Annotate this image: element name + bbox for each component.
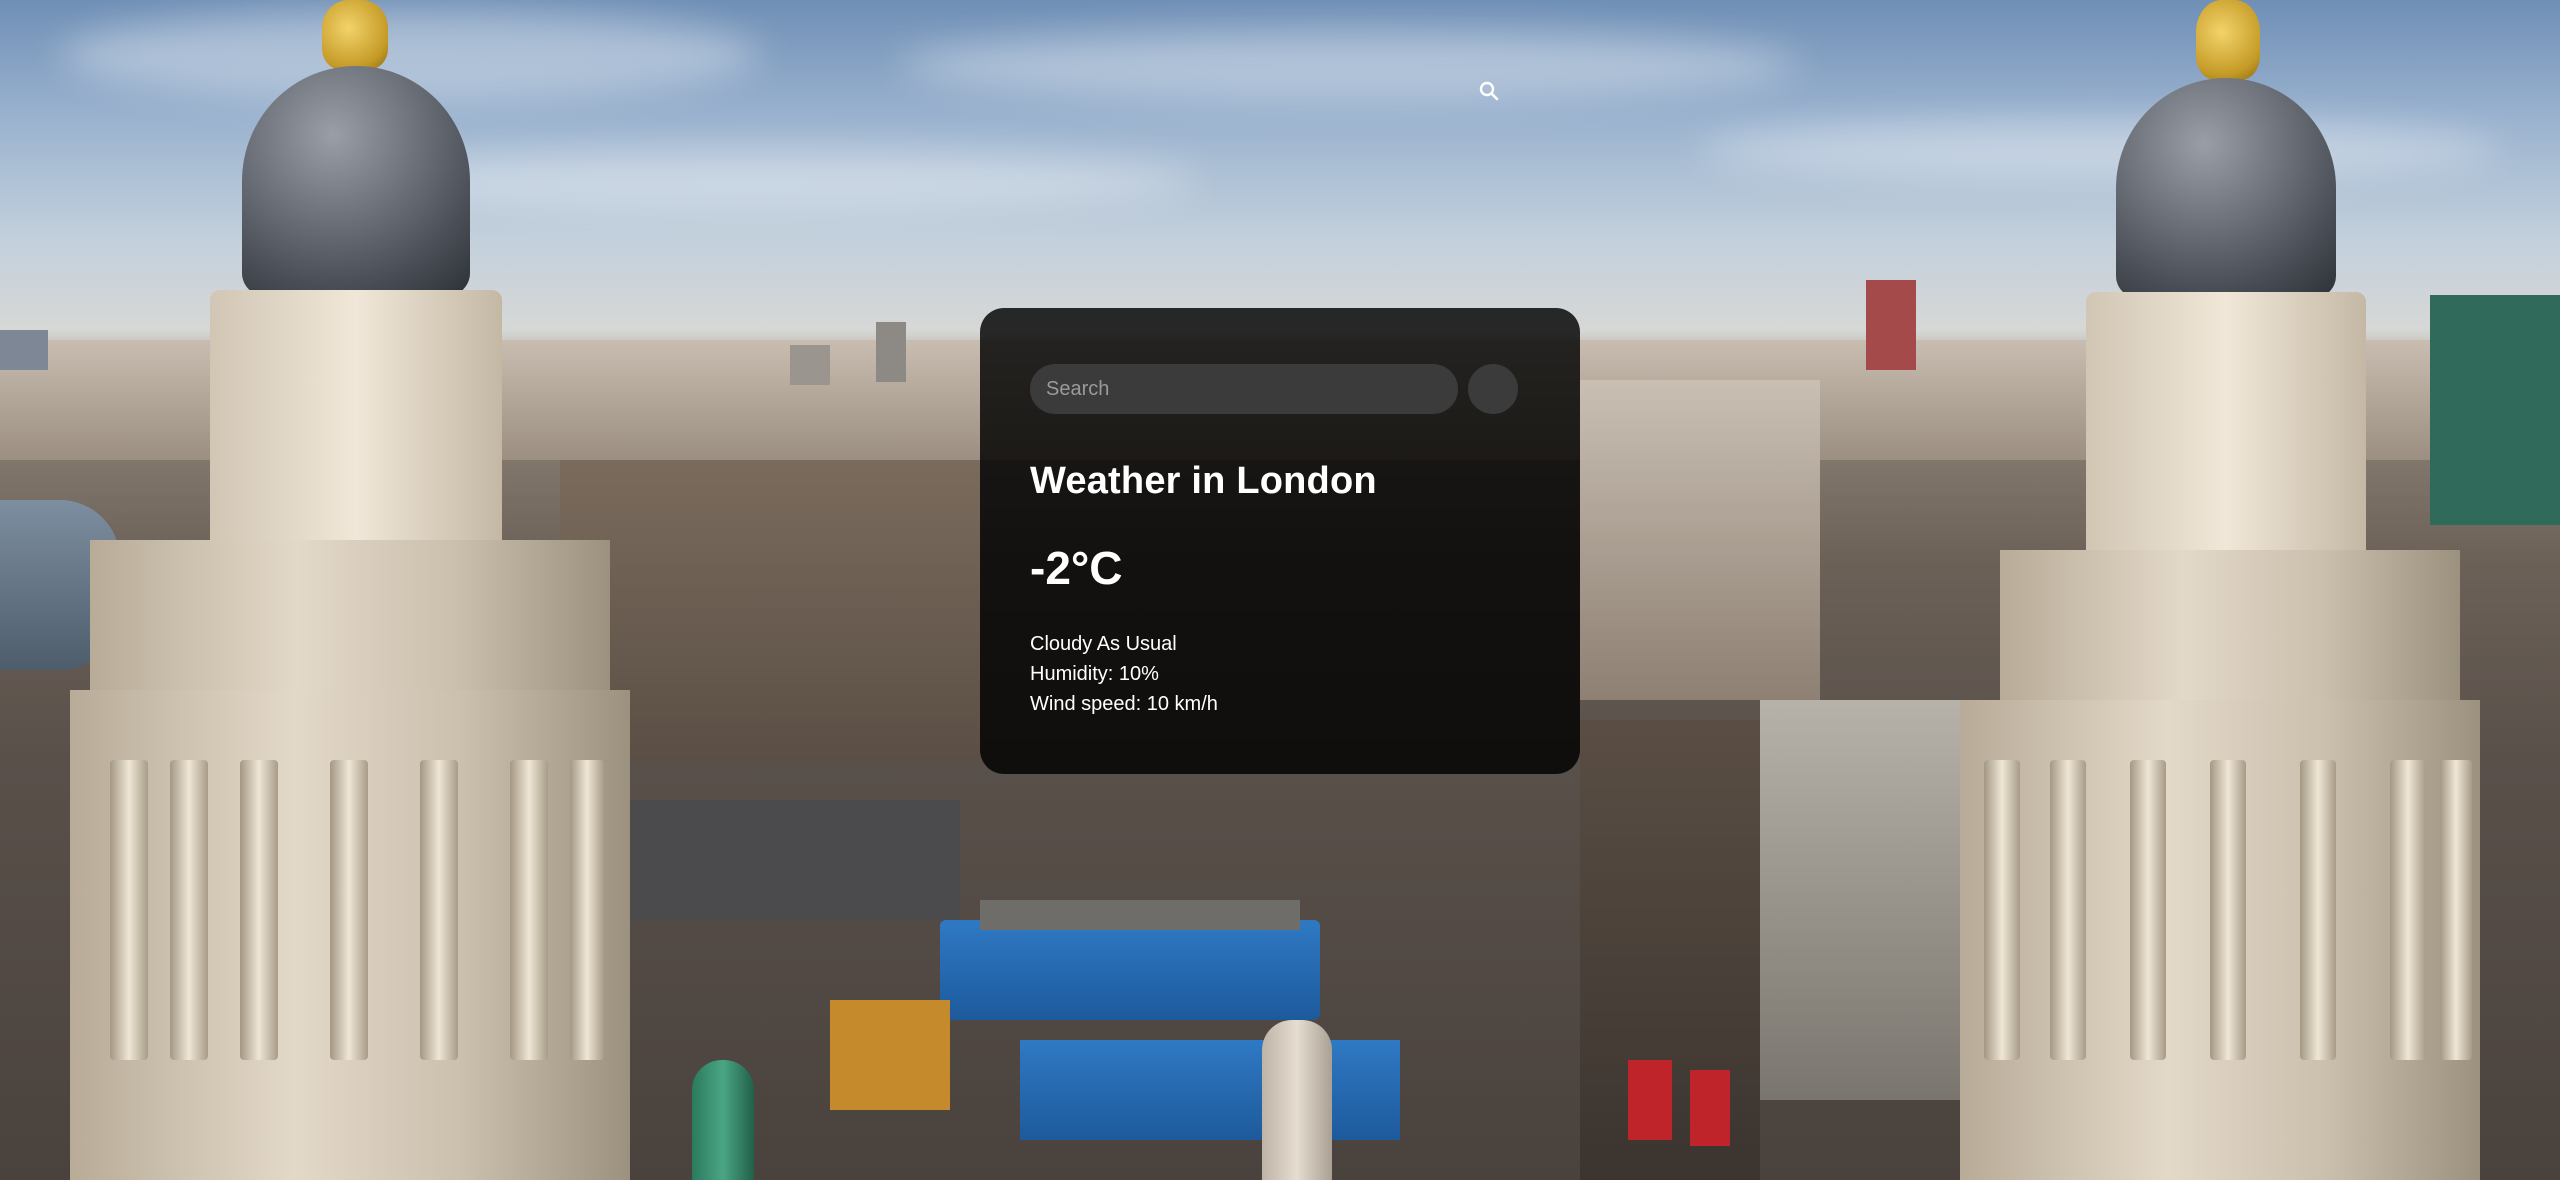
tall-building	[2430, 295, 2560, 525]
left-tower-column	[170, 760, 208, 1060]
left-tower-column	[110, 760, 148, 1060]
left-tower-body	[90, 540, 610, 700]
tall-building	[1866, 280, 1916, 370]
left-tower-cupola	[210, 290, 502, 550]
left-tower-column	[240, 760, 278, 1060]
left-tower-dome	[242, 66, 470, 296]
right-tower-column	[2440, 760, 2472, 1060]
left-tower-column	[570, 760, 604, 1060]
cloud	[900, 30, 1800, 100]
city-block	[980, 900, 1300, 930]
city-block	[1760, 700, 1980, 1100]
tall-building	[790, 345, 830, 385]
blue-roof	[940, 920, 1320, 1020]
right-tower-column	[1984, 760, 2020, 1060]
left-tower-column	[420, 760, 458, 1060]
blue-roof	[1020, 1040, 1400, 1140]
city-block	[600, 800, 960, 920]
red-bus	[1628, 1060, 1672, 1140]
humidity-text: Humidity: 10%	[1030, 663, 1159, 685]
tall-building	[876, 322, 906, 382]
right-tower-body	[2000, 550, 2460, 710]
left-tower-column	[510, 760, 548, 1060]
wind-speed-text: Wind speed: 10 km/h	[1030, 693, 1218, 715]
red-bus	[1690, 1070, 1730, 1146]
cloud	[1700, 120, 2500, 180]
right-tower-column	[2300, 760, 2336, 1060]
right-tower-column	[2390, 760, 2426, 1060]
search-input[interactable]	[1030, 364, 1458, 414]
right-tower-cupola	[2086, 292, 2366, 562]
statue	[1262, 1020, 1332, 1180]
green-spire	[692, 1060, 754, 1180]
search-bar	[1030, 364, 1530, 414]
right-tower-column	[2050, 760, 2086, 1060]
left-tower-finial	[322, 0, 388, 70]
weather-description: Cloudy As Usual	[1030, 633, 1177, 655]
city-block	[1580, 380, 1820, 700]
weather-card: Weather in London -2°C Cloudy As Usual H…	[980, 308, 1580, 774]
orange-building	[830, 1000, 950, 1110]
tall-building	[0, 330, 48, 370]
temperature: -2°C	[1030, 542, 1123, 594]
search-button[interactable]	[1468, 364, 1518, 414]
right-tower-dome	[2116, 78, 2336, 298]
right-tower-column	[2130, 760, 2166, 1060]
search-icon[interactable]	[1478, 80, 1500, 102]
left-tower-column	[330, 760, 368, 1060]
city-title: Weather in London	[1030, 460, 1377, 502]
weather-details: Cloudy As Usual Humidity: 10% Wind speed…	[1030, 629, 1530, 719]
right-tower-column	[2210, 760, 2246, 1060]
right-tower-finial	[2196, 0, 2260, 80]
